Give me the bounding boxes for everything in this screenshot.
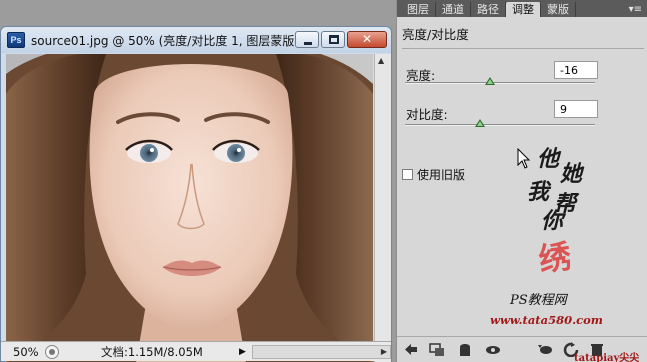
zoom-level[interactable]: 50% xyxy=(1,345,39,359)
window-controls: ✕ xyxy=(295,31,387,48)
watermark-char: 我 xyxy=(527,179,550,205)
arrow-right-icon[interactable]: ▶ xyxy=(239,347,246,357)
brightness-input[interactable] xyxy=(554,61,598,79)
tab-paths[interactable]: 路径 xyxy=(471,2,506,17)
back-arrow-icon[interactable] xyxy=(403,342,419,357)
image-canvas[interactable] xyxy=(6,54,373,362)
view-previous-icon[interactable] xyxy=(537,342,553,357)
scroll-right-icon[interactable]: ▶ xyxy=(381,347,387,356)
brightness-slider[interactable] xyxy=(405,77,595,85)
document-window: Ps source01.jpg @ 50% (亮度/对比度 1, 图层蒙版...… xyxy=(0,26,392,362)
brightness-slider-thumb[interactable] xyxy=(484,77,495,85)
visibility-eye-icon[interactable] xyxy=(485,342,501,357)
watermark-site-name: PS教程网 xyxy=(510,293,567,308)
minimize-button[interactable] xyxy=(295,31,319,48)
tab-layers[interactable]: 图层 xyxy=(401,2,436,17)
minimize-icon xyxy=(304,42,312,45)
close-icon: ✕ xyxy=(361,32,373,46)
maximize-button[interactable] xyxy=(321,31,345,48)
portrait-image xyxy=(6,54,373,362)
close-button[interactable]: ✕ xyxy=(347,31,387,48)
tab-masks[interactable]: 蒙版 xyxy=(541,2,576,17)
panel-heading: 亮度/对比度 xyxy=(402,27,469,42)
watermark-char: 你 xyxy=(541,208,564,234)
ps-app-icon: Ps xyxy=(7,32,25,48)
scroll-up-icon[interactable]: ▲ xyxy=(378,56,384,65)
clip-to-layer-icon[interactable] xyxy=(429,342,445,357)
tab-adjustments[interactable]: 调整 xyxy=(506,2,541,17)
document-titlebar[interactable]: Ps source01.jpg @ 50% (亮度/对比度 1, 图层蒙版...… xyxy=(1,27,391,53)
watermark-char: 她 xyxy=(560,161,583,187)
red-seal: 绣 xyxy=(536,236,574,280)
zoom-info-icon[interactable] xyxy=(45,344,59,359)
watermark-char: 他 xyxy=(537,146,560,172)
document-size-info: 文档:1.15M/8.05M xyxy=(101,344,203,359)
document-status-bar: 50% 文档:1.15M/8.05M ▶ ▶ xyxy=(1,341,391,361)
contrast-slider-thumb[interactable] xyxy=(474,119,485,127)
maximize-icon xyxy=(329,35,339,44)
divider xyxy=(402,48,644,49)
watermark-credit: tatapiay尖尖 xyxy=(574,353,640,362)
tab-channels[interactable]: 通道 xyxy=(436,2,471,17)
contrast-input[interactable] xyxy=(554,100,598,118)
vertical-scrollbar[interactable]: ▲ ▼ xyxy=(374,54,391,362)
contrast-slider[interactable] xyxy=(405,119,595,127)
panel-tabbar: 图层 通道 路径 调整 蒙版 ▾≡ xyxy=(397,0,647,17)
horizontal-scrollbar[interactable]: ▶ xyxy=(251,344,391,359)
watermark-url: www.tata580.com xyxy=(490,313,603,327)
mask-icon[interactable] xyxy=(457,342,473,357)
contrast-label: 对比度: xyxy=(406,107,448,122)
legacy-option[interactable]: 使用旧版 xyxy=(402,166,465,183)
legacy-checkbox[interactable] xyxy=(402,169,413,180)
mouse-cursor-icon xyxy=(517,148,531,169)
legacy-label: 使用旧版 xyxy=(417,168,466,182)
panel-menu-icon[interactable]: ▾≡ xyxy=(629,2,642,17)
document-title: source01.jpg @ 50% (亮度/对比度 1, 图层蒙版... xyxy=(31,33,306,48)
